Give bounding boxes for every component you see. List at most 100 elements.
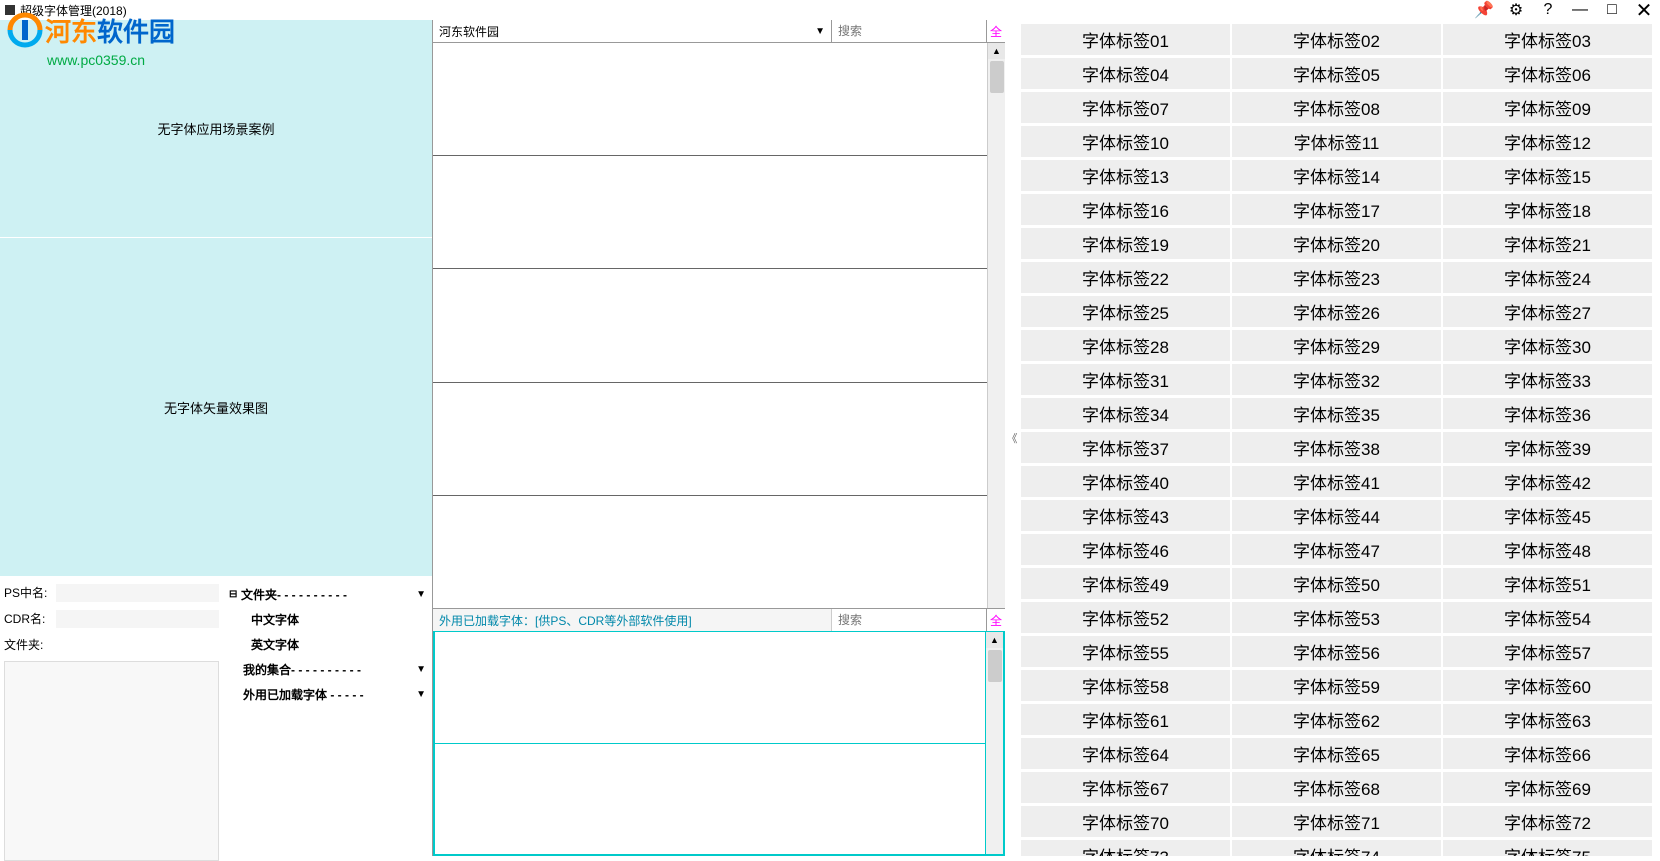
font-tag[interactable]: 字体标签06 xyxy=(1443,58,1652,89)
font-tag[interactable]: 字体标签42 xyxy=(1443,466,1652,497)
font-tag[interactable]: 字体标签23 xyxy=(1232,262,1441,293)
font-tag[interactable]: 字体标签29 xyxy=(1232,330,1441,361)
loaded-search-input[interactable] xyxy=(832,609,986,631)
font-tag[interactable]: 字体标签18 xyxy=(1443,194,1652,225)
scroll-thumb[interactable] xyxy=(990,61,1004,93)
font-tag[interactable]: 字体标签08 xyxy=(1232,92,1441,123)
font-tag[interactable]: 字体标签27 xyxy=(1443,296,1652,327)
font-tag[interactable]: 字体标签01 xyxy=(1021,24,1230,55)
font-tag[interactable]: 字体标签34 xyxy=(1021,398,1230,429)
font-tag[interactable]: 字体标签40 xyxy=(1021,466,1230,497)
font-tag[interactable]: 字体标签71 xyxy=(1232,806,1441,837)
scrollbar[interactable]: ▲ xyxy=(987,43,1005,608)
font-folder-dropdown[interactable]: 河东软件园 ▼ xyxy=(433,20,832,42)
font-tag[interactable]: 字体标签57 xyxy=(1443,636,1652,667)
font-tag[interactable]: 字体标签75 xyxy=(1443,840,1652,856)
font-cell[interactable] xyxy=(433,383,987,496)
font-tag[interactable]: 字体标签46 xyxy=(1021,534,1230,565)
font-tag[interactable]: 字体标签11 xyxy=(1232,126,1441,157)
font-tag[interactable]: 字体标签53 xyxy=(1232,602,1441,633)
font-tag[interactable]: 字体标签07 xyxy=(1021,92,1230,123)
font-tag[interactable]: 字体标签19 xyxy=(1021,228,1230,259)
search-input[interactable] xyxy=(832,20,986,42)
font-tag[interactable]: 字体标签66 xyxy=(1443,738,1652,769)
chevron-down-icon[interactable]: ▼ xyxy=(416,664,426,675)
font-cell[interactable] xyxy=(433,269,987,382)
font-tag[interactable]: 字体标签21 xyxy=(1443,228,1652,259)
loaded-scrollbar[interactable]: ▲ xyxy=(985,632,1003,854)
font-tag[interactable]: 字体标签56 xyxy=(1232,636,1441,667)
font-tag[interactable]: 字体标签13 xyxy=(1021,160,1230,191)
font-tag[interactable]: 字体标签26 xyxy=(1232,296,1441,327)
font-tag[interactable]: 字体标签49 xyxy=(1021,568,1230,599)
font-tag[interactable]: 字体标签05 xyxy=(1232,58,1441,89)
font-cell[interactable] xyxy=(433,496,987,608)
settings-icon[interactable]: ⚙ xyxy=(1504,0,1528,20)
font-tag[interactable]: 字体标签17 xyxy=(1232,194,1441,225)
font-tag[interactable]: 字体标签50 xyxy=(1232,568,1441,599)
maximize-button[interactable]: □ xyxy=(1600,1,1624,19)
font-tag[interactable]: 字体标签68 xyxy=(1232,772,1441,803)
font-tag[interactable]: 字体标签44 xyxy=(1232,500,1441,531)
font-tag[interactable]: 字体标签04 xyxy=(1021,58,1230,89)
font-cell[interactable] xyxy=(433,43,987,156)
font-tag[interactable]: 字体标签35 xyxy=(1232,398,1441,429)
info-textarea[interactable] xyxy=(4,661,219,861)
tree-cn-fonts[interactable]: 中文字体 xyxy=(223,607,432,632)
font-tag[interactable]: 字体标签16 xyxy=(1021,194,1230,225)
font-tag[interactable]: 字体标签62 xyxy=(1232,704,1441,735)
chevron-down-icon[interactable]: ▼ xyxy=(416,589,426,600)
chevron-down-icon[interactable]: ▼ xyxy=(416,689,426,700)
font-tag[interactable]: 字体标签60 xyxy=(1443,670,1652,701)
font-tag[interactable]: 字体标签74 xyxy=(1232,840,1441,856)
font-tag[interactable]: 字体标签09 xyxy=(1443,92,1652,123)
loaded-font-cell[interactable] xyxy=(435,744,985,855)
font-tag[interactable]: 字体标签51 xyxy=(1443,568,1652,599)
font-tag[interactable]: 字体标签45 xyxy=(1443,500,1652,531)
font-tag[interactable]: 字体标签28 xyxy=(1021,330,1230,361)
pin-icon[interactable]: 📌 xyxy=(1472,0,1496,20)
font-tag[interactable]: 字体标签31 xyxy=(1021,364,1230,395)
font-tag[interactable]: 字体标签43 xyxy=(1021,500,1230,531)
scroll-up-icon[interactable]: ▲ xyxy=(988,43,1005,59)
font-tag[interactable]: 字体标签67 xyxy=(1021,772,1230,803)
font-tag[interactable]: 字体标签14 xyxy=(1232,160,1441,191)
font-tag[interactable]: 字体标签65 xyxy=(1232,738,1441,769)
search-box[interactable] xyxy=(832,20,987,42)
font-tag[interactable]: 字体标签12 xyxy=(1443,126,1652,157)
font-tag[interactable]: 字体标签30 xyxy=(1443,330,1652,361)
tree-folders[interactable]: ⊟ 文件夹- - - - - - - - - - ▼ xyxy=(223,582,432,607)
font-tag[interactable]: 字体标签64 xyxy=(1021,738,1230,769)
font-tag[interactable]: 字体标签59 xyxy=(1232,670,1441,701)
font-tag[interactable]: 字体标签22 xyxy=(1021,262,1230,293)
minimize-button[interactable]: — xyxy=(1568,1,1592,19)
tree-en-fonts[interactable]: 英文字体 xyxy=(223,632,432,657)
collapse-handle[interactable]: 《 xyxy=(1005,20,1019,856)
font-tag[interactable]: 字体标签33 xyxy=(1443,364,1652,395)
font-tag[interactable]: 字体标签15 xyxy=(1443,160,1652,191)
font-tag[interactable]: 字体标签20 xyxy=(1232,228,1441,259)
loaded-select-all[interactable]: 全 xyxy=(987,609,1005,631)
font-cell[interactable] xyxy=(433,156,987,269)
font-tag[interactable]: 字体标签61 xyxy=(1021,704,1230,735)
font-tag[interactable]: 字体标签58 xyxy=(1021,670,1230,701)
tree-my-collection[interactable]: 我的集合- - - - - - - - - - ▼ xyxy=(223,657,432,682)
loaded-font-cell[interactable] xyxy=(435,632,985,744)
font-tag[interactable]: 字体标签72 xyxy=(1443,806,1652,837)
font-tag[interactable]: 字体标签48 xyxy=(1443,534,1652,565)
font-tag[interactable]: 字体标签25 xyxy=(1021,296,1230,327)
font-tag[interactable]: 字体标签63 xyxy=(1443,704,1652,735)
help-icon[interactable]: ? xyxy=(1536,1,1560,19)
font-tag[interactable]: 字体标签55 xyxy=(1021,636,1230,667)
scroll-up-icon[interactable]: ▲ xyxy=(986,632,1003,648)
font-tag[interactable]: 字体标签02 xyxy=(1232,24,1441,55)
font-tag[interactable]: 字体标签52 xyxy=(1021,602,1230,633)
loaded-search-box[interactable] xyxy=(832,609,987,631)
collapse-icon[interactable]: ⊟ xyxy=(229,589,241,600)
font-tag[interactable]: 字体标签39 xyxy=(1443,432,1652,463)
font-tag[interactable]: 字体标签24 xyxy=(1443,262,1652,293)
font-tag[interactable]: 字体标签37 xyxy=(1021,432,1230,463)
font-tag[interactable]: 字体标签54 xyxy=(1443,602,1652,633)
font-tag[interactable]: 字体标签03 xyxy=(1443,24,1652,55)
font-tag[interactable]: 字体标签38 xyxy=(1232,432,1441,463)
